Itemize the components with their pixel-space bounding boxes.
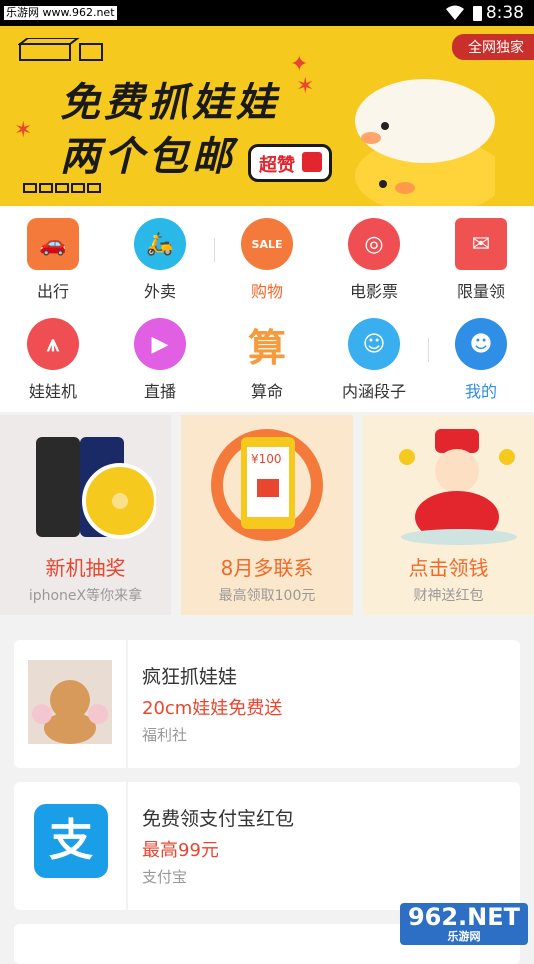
grid-item-label: 外卖 — [143, 282, 176, 301]
plush-chick-image — [355, 79, 495, 206]
grid-item-label: 电影票 — [349, 282, 398, 301]
battery-icon — [473, 6, 482, 21]
promo-title: 点击领钱 — [408, 556, 489, 580]
card-thumbnail — [14, 640, 128, 768]
card-title: 疯狂抓娃娃 — [142, 666, 238, 688]
card-subtitle: 20cm娃娃免费送 — [142, 698, 283, 719]
grid-item-zhibo[interactable]: ▶ 直播 — [107, 318, 213, 402]
star-icon: ✶ — [296, 74, 315, 99]
banner-title-line2: 两个包邮 — [60, 134, 236, 180]
smiley-face-icon: ☺ — [348, 318, 400, 370]
blocks-icon — [23, 183, 101, 193]
wifi-icon — [446, 5, 464, 20]
status-bar: 乐游网 www.962.net 8:38 — [0, 0, 534, 26]
grid-item-neihanduanzi[interactable]: ☺ 内涵段子 — [321, 318, 427, 402]
status-time: 8:38 — [485, 3, 524, 23]
list-item[interactable]: 疯狂抓娃娃 20cm娃娃免费送 福利社 — [14, 640, 520, 768]
grid-item-chuxing[interactable]: 🚗 出行 — [0, 218, 106, 302]
blocks-icon — [18, 38, 103, 61]
site-watermark-logo: 962.NET 乐游网 — [400, 903, 528, 945]
grid-item-label: 内涵段子 — [341, 382, 406, 401]
thumbs-up-icon — [302, 152, 322, 172]
card-thumbnail: 支 — [14, 782, 128, 910]
red-envelope-icon: ✉ — [455, 218, 507, 270]
scooter-icon: 🛵 — [134, 218, 186, 270]
grid-item-label: 直播 — [143, 382, 176, 401]
promo-subtitle: 最高领取100元 — [218, 588, 316, 604]
grid-item-waimai[interactable]: 🛵 外卖 — [107, 218, 213, 302]
grid-item-wawaji[interactable]: ⩚ 娃娃机 — [0, 318, 106, 402]
exclusive-tag: 全网独家 — [452, 34, 534, 60]
promo-august[interactable]: ¥100 8月多联系 最高领取100元 — [181, 415, 353, 615]
video-camera-icon: ▶ — [134, 318, 186, 370]
suan-char-icon: 算 — [247, 325, 286, 370]
grid-item-label: 购物 — [250, 282, 283, 301]
list-item[interactable]: 支 免费领支付宝红包 最高99元 支付宝 — [14, 782, 520, 910]
grid-item-gouwu[interactable]: SALE 购物 — [214, 218, 320, 302]
promo-title: 新机抽奖 — [45, 556, 126, 580]
promo-title: 8月多联系 — [220, 556, 314, 580]
grid-item-label: 娃娃机 — [28, 382, 77, 401]
claw-icon: ⩚ — [27, 318, 79, 370]
grid-item-wode[interactable]: ☻ 我的 — [428, 318, 534, 402]
watermark-brand: 962.NET — [407, 903, 521, 931]
sale-tag-icon: SALE — [241, 218, 293, 270]
alipay-logo-icon: 支 — [34, 804, 108, 878]
plush-bear-image — [28, 660, 112, 744]
user-avatar-icon: ☻ — [455, 318, 507, 370]
promo-subtitle: iphoneX等你来拿 — [28, 588, 143, 604]
grid-item-label: 算命 — [250, 382, 283, 401]
promo-subtitle: 财神送红包 — [413, 588, 484, 604]
promo-new-phone[interactable]: 新机抽奖 iphoneX等你来拿 — [0, 415, 171, 615]
card-subtitle: 最高99元 — [142, 840, 219, 861]
phone-gift-image: ¥100 — [211, 429, 323, 541]
grid-item-suanming[interactable]: 算 算命 — [214, 318, 320, 402]
phone-lottery-image — [36, 437, 156, 539]
promo-banner[interactable]: ✦ ✶ ✶ 免费抓娃娃 两个包邮 超赞 全网独家 — [0, 26, 534, 206]
grid-item-xianliangling[interactable]: ✉ 限量领 — [428, 218, 534, 302]
grid-item-dianyingpiao[interactable]: ◎ 电影票 — [321, 218, 427, 302]
watermark-text: 乐游网 www.962.net — [4, 6, 117, 20]
card-source: 支付宝 — [142, 868, 188, 886]
grid-item-label: 出行 — [36, 282, 69, 301]
star-icon: ✶ — [14, 118, 33, 143]
service-grid: 🚗 出行 🛵 外卖 SALE 购物 ◎ 电影票 ✉ 限量领 ⩚ 娃娃机 ▶ 直播… — [0, 206, 534, 412]
car-icon: 🚗 — [27, 218, 79, 270]
card-title: 免费领支付宝红包 — [142, 808, 295, 830]
banner-title-line1: 免费抓娃娃 — [60, 80, 280, 126]
god-of-wealth-image — [399, 429, 517, 545]
card-source: 福利社 — [142, 726, 188, 744]
grid-item-label: 限量领 — [456, 282, 505, 301]
watermark-caption: 乐游网 — [447, 930, 481, 943]
film-reel-icon: ◎ — [348, 218, 400, 270]
promo-amount: ¥100 — [251, 452, 282, 466]
grid-item-label: 我的 — [464, 382, 497, 401]
promo-click-money[interactable]: 点击领钱 财神送红包 — [363, 415, 534, 615]
